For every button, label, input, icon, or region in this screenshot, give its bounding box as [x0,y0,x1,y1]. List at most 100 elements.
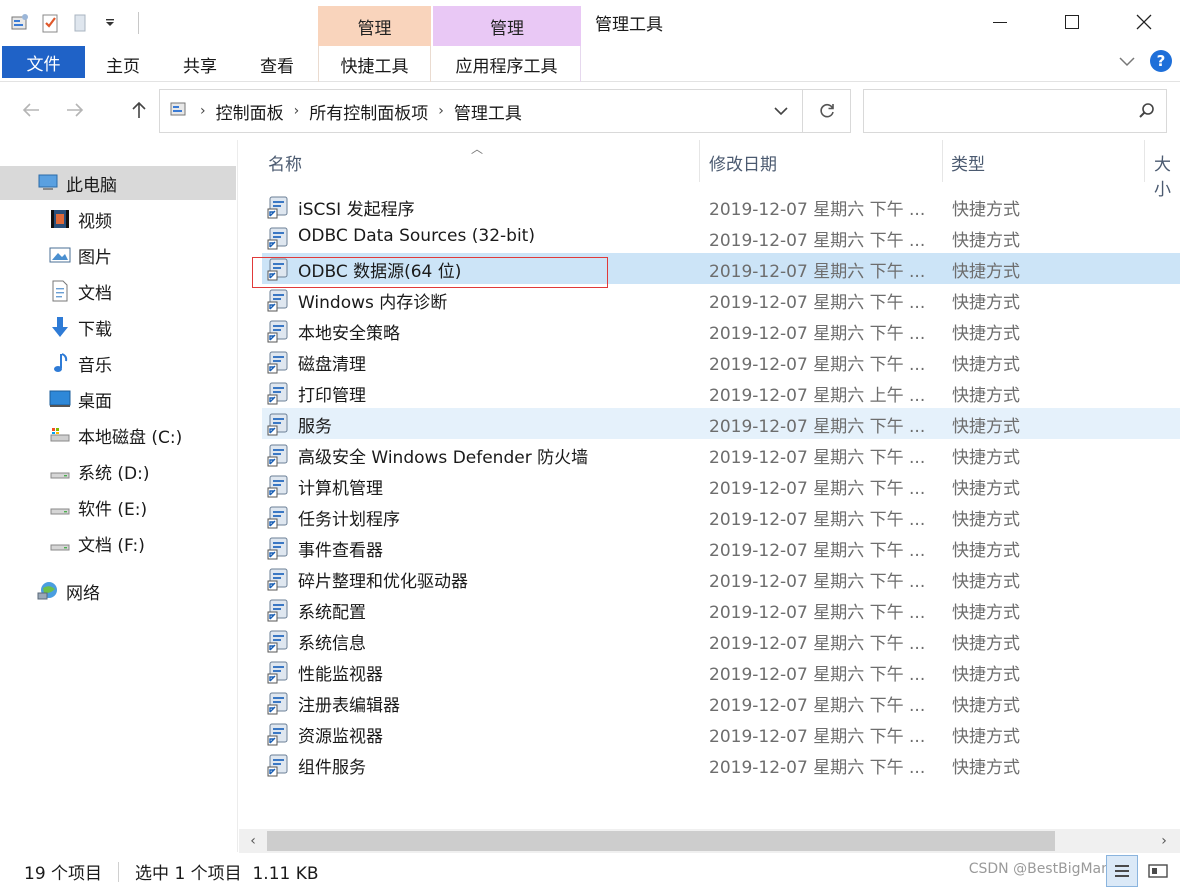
file-row[interactable]: ODBC 数据源(64 位) 2019-12-07 星期六 下午 ... 快捷方… [262,253,1180,284]
sidebar-item-pictures[interactable]: 图片 [0,238,236,272]
file-row[interactable]: iSCSI 发起程序 2019-12-07 星期六 下午 ... 快捷方式 [262,191,1180,222]
file-modified-date: 2019-12-07 星期六 下午 ... [709,727,926,747]
selection-info: 选中 1 个项目 1.11 KB [135,864,319,884]
file-name: ODBC Data Sources (32-bit) [298,226,535,246]
sort-ascending-icon: ︿ [471,142,484,156]
minimize-button[interactable] [964,0,1036,44]
breadcrumb-separator-icon[interactable]: › [294,103,300,119]
close-button[interactable] [1108,0,1180,44]
file-modified-date: 2019-12-07 星期六 下午 ... [709,231,926,251]
file-row[interactable]: 事件查看器 2019-12-07 星期六 下午 ... 快捷方式 [262,532,1180,563]
new-folder-icon[interactable] [68,11,92,35]
details-view-button[interactable] [1106,855,1138,887]
file-row[interactable]: 注册表编辑器 2019-12-07 星期六 下午 ... 快捷方式 [262,687,1180,718]
title-bar: 管理 管理 管理工具 [0,0,1180,46]
file-modified-date: 2019-12-07 星期六 下午 ... [709,634,926,654]
column-header-type[interactable]: 类型 [951,150,985,175]
search-icon[interactable] [1138,102,1156,120]
breadcrumb-admin-tools[interactable]: 管理工具 [454,99,522,124]
file-row[interactable]: 打印管理 2019-12-07 星期六 上午 ... 快捷方式 [262,377,1180,408]
video-icon [48,207,72,231]
ribbon-expand-chevron-icon[interactable] [1118,52,1136,71]
file-row[interactable]: 系统信息 2019-12-07 星期六 下午 ... 快捷方式 [262,625,1180,656]
file-name: 磁盘清理 [298,355,366,375]
help-icon[interactable]: ? [1150,50,1172,72]
shortcut-tool-icon [267,753,291,777]
file-row[interactable]: Windows 内存诊断 2019-12-07 星期六 下午 ... 快捷方式 [262,284,1180,315]
sidebar-item-drive-e[interactable]: 软件 (E:) [0,490,236,524]
ribbon-tabs: 文件 主页 共享 查看 快捷工具 应用程序工具 ? [0,46,1180,82]
file-row[interactable]: 性能监视器 2019-12-07 星期六 下午 ... 快捷方式 [262,656,1180,687]
file-row[interactable]: 系统配置 2019-12-07 星期六 下午 ... 快捷方式 [262,594,1180,625]
file-name: Windows 内存诊断 [298,293,448,313]
file-type: 快捷方式 [952,355,1020,375]
file-row[interactable]: 碎片整理和优化驱动器 2019-12-07 星期六 下午 ... 快捷方式 [262,563,1180,594]
sidebar-item-documents[interactable]: 文档 [0,274,236,308]
file-modified-date: 2019-12-07 星期六 下午 ... [709,262,926,282]
scrollbar-thumb[interactable] [267,831,1055,851]
breadcrumb-separator-icon[interactable]: › [200,103,206,119]
breadcrumb-all-items[interactable]: 所有控制面板项 [309,99,428,124]
address-bar[interactable]: › 控制面板 › 所有控制面板项 › 管理工具 [159,89,851,133]
address-history-dropdown[interactable] [760,90,802,132]
sidebar-item-videos[interactable]: 视频 [0,202,236,236]
download-icon [48,315,72,339]
file-row[interactable]: 服务 2019-12-07 星期六 下午 ... 快捷方式 [262,408,1180,439]
sidebar-item-this-pc[interactable]: 此电脑 [0,166,236,200]
file-type: 快捷方式 [952,603,1020,623]
column-divider[interactable] [1144,140,1145,182]
file-modified-date: 2019-12-07 星期六 下午 ... [709,665,926,685]
shortcut-tool-icon [267,722,291,746]
scroll-left-icon[interactable]: ‹ [243,831,263,851]
column-header-date[interactable]: 修改日期 [709,150,777,175]
tab-view[interactable]: 查看 [249,46,305,82]
tab-app-tools[interactable]: 应用程序工具 [433,46,581,82]
horizontal-scrollbar[interactable]: ‹ › [239,829,1180,853]
refresh-button[interactable] [802,90,850,132]
scroll-right-icon[interactable]: › [1154,831,1174,851]
breadcrumb-separator-icon[interactable]: › [438,103,444,119]
column-divider[interactable] [699,140,700,182]
file-modified-date: 2019-12-07 星期六 下午 ... [709,758,926,778]
file-name: 碎片整理和优化驱动器 [298,572,468,592]
file-row[interactable]: 资源监视器 2019-12-07 星期六 下午 ... 快捷方式 [262,718,1180,749]
file-row[interactable]: 高级安全 Windows Defender 防火墙 2019-12-07 星期六… [262,439,1180,470]
column-header-name[interactable]: 名称 [268,150,302,175]
control-panel-icon[interactable] [8,11,32,35]
navigation-bar: › 控制面板 › 所有控制面板项 › 管理工具 [0,83,1180,139]
properties-icon[interactable] [38,11,62,35]
breadcrumb-control-panel[interactable]: 控制面板 [216,99,284,124]
file-type: 快捷方式 [952,231,1020,251]
network-icon [36,579,60,603]
sidebar-item-downloads[interactable]: 下载 [0,310,236,344]
file-row[interactable]: 任务计划程序 2019-12-07 星期六 下午 ... 快捷方式 [262,501,1180,532]
file-type: 快捷方式 [952,293,1020,313]
back-button[interactable] [16,95,46,125]
search-box[interactable] [863,89,1167,133]
file-row[interactable]: 本地安全策略 2019-12-07 星期六 下午 ... 快捷方式 [262,315,1180,346]
tab-shortcut-tools[interactable]: 快捷工具 [318,46,431,82]
file-row[interactable]: ODBC Data Sources (32-bit) 2019-12-07 星期… [262,222,1180,253]
file-row[interactable]: 组件服务 2019-12-07 星期六 下午 ... 快捷方式 [262,749,1180,780]
sidebar-item-music[interactable]: 音乐 [0,346,236,380]
file-modified-date: 2019-12-07 星期六 下午 ... [709,541,926,561]
tab-share[interactable]: 共享 [172,46,228,82]
sidebar-item-drive-c[interactable]: 本地磁盘 (C:) [0,418,236,452]
file-name: 系统信息 [298,634,366,654]
forward-button[interactable] [60,95,90,125]
qat-dropdown-icon[interactable] [98,11,122,35]
sidebar-item-drive-d[interactable]: 系统 (D:) [0,454,236,488]
sidebar-item-drive-f[interactable]: 文档 (F:) [0,526,236,560]
tab-file[interactable]: 文件 [2,46,85,78]
file-row[interactable]: 计算机管理 2019-12-07 星期六 下午 ... 快捷方式 [262,470,1180,501]
maximize-button[interactable] [1036,0,1108,44]
search-input[interactable] [870,96,1120,126]
shortcut-tool-icon [267,195,291,219]
file-row[interactable]: 磁盘清理 2019-12-07 星期六 下午 ... 快捷方式 [262,346,1180,377]
tab-home[interactable]: 主页 [95,46,151,82]
sidebar-item-desktop[interactable]: 桌面 [0,382,236,416]
column-divider[interactable] [942,140,943,182]
sidebar-item-network[interactable]: 网络 [0,574,236,608]
up-button[interactable] [124,95,154,125]
large-icons-view-button[interactable] [1142,855,1174,887]
